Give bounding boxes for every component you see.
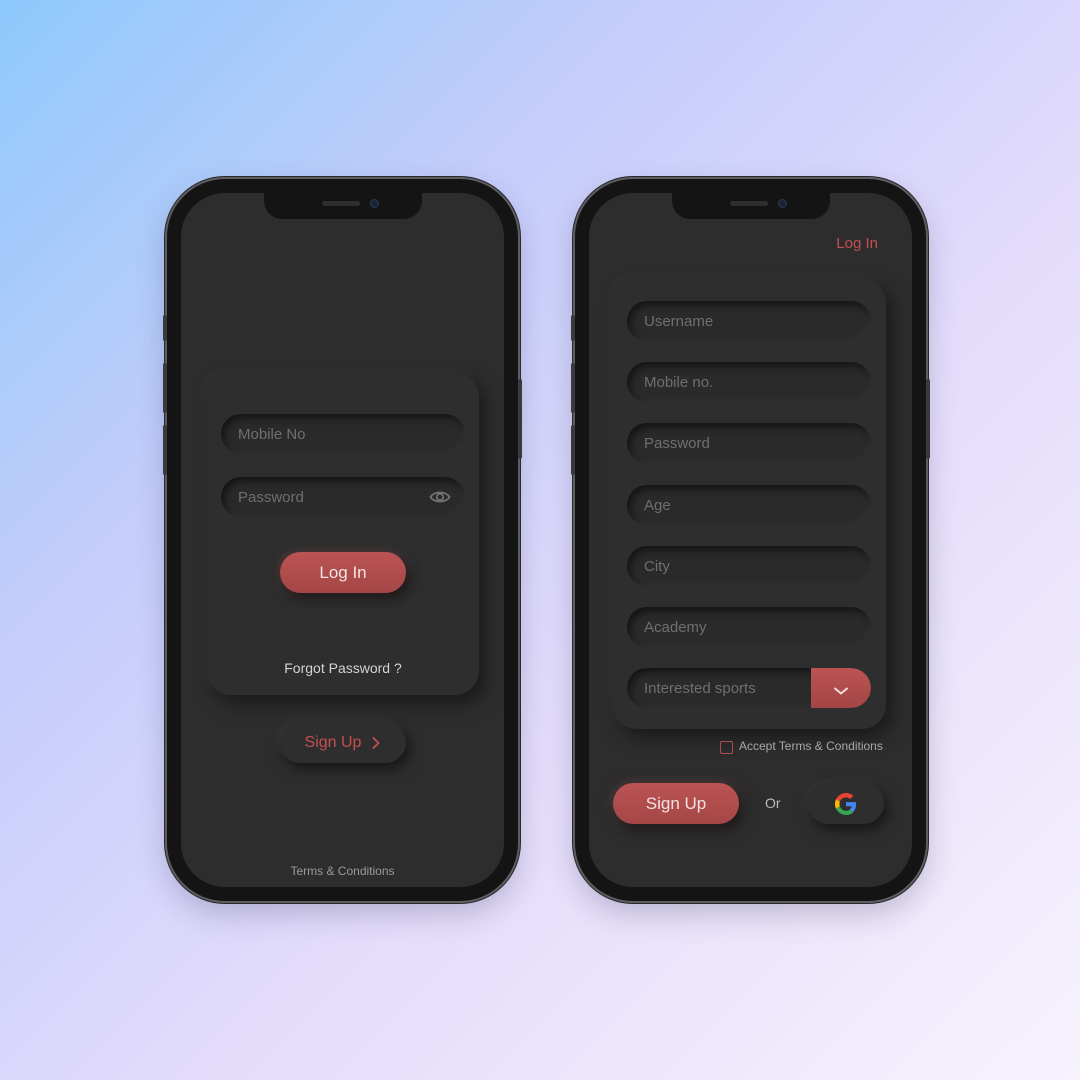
- signup-screen: Log In Username Mobile no. Password Age …: [589, 193, 912, 887]
- password-placeholder: Password: [644, 434, 710, 452]
- google-icon: [835, 792, 857, 815]
- sports-select-placeholder: Interested sports: [644, 679, 756, 697]
- login-link-label: Log In: [836, 235, 878, 252]
- google-signin-button[interactable]: [808, 783, 884, 824]
- volume-down-button: [571, 425, 575, 475]
- login-button-label: Log In: [319, 562, 367, 582]
- speaker: [321, 201, 360, 206]
- volume-up-button: [571, 363, 575, 413]
- accept-terms-checkbox[interactable]: [720, 741, 733, 754]
- login-phone: Mobile No Password Log In Forgot Passwor…: [163, 179, 522, 901]
- or-text-label: Or: [765, 795, 781, 811]
- password-input[interactable]: Password: [221, 477, 465, 517]
- login-button[interactable]: Log In: [280, 552, 406, 593]
- or-text: Or: [765, 795, 781, 811]
- accept-terms-label: Accept Terms & Conditions: [739, 739, 883, 753]
- mute-switch: [163, 315, 167, 341]
- password-input[interactable]: Password: [627, 423, 871, 463]
- login-link[interactable]: Log In: [836, 235, 878, 252]
- sports-select[interactable]: Interested sports: [627, 668, 871, 708]
- mobile-placeholder: Mobile no.: [644, 373, 714, 391]
- mobile-input[interactable]: Mobile no.: [627, 362, 871, 402]
- terms-link[interactable]: Terms & Conditions: [181, 864, 504, 878]
- signup-phone: Log In Username Mobile no. Password Age …: [571, 179, 930, 901]
- username-placeholder: Username: [644, 312, 714, 330]
- password-input-placeholder: Password: [238, 488, 304, 506]
- mobile-input-placeholder: Mobile No: [238, 425, 306, 443]
- notch: [263, 193, 422, 219]
- age-placeholder: Age: [644, 496, 671, 514]
- city-input[interactable]: City: [627, 546, 871, 586]
- front-camera: [369, 199, 379, 208]
- volume-down-button: [163, 425, 167, 475]
- username-input[interactable]: Username: [627, 301, 871, 341]
- academy-placeholder: Academy: [644, 618, 707, 636]
- eye-icon[interactable]: [429, 487, 451, 507]
- age-input[interactable]: Age: [627, 485, 871, 525]
- city-placeholder: City: [644, 557, 670, 575]
- power-button: [518, 379, 522, 459]
- forgot-password-link[interactable]: Forgot Password ?: [207, 660, 479, 676]
- chevron-down-icon: [833, 683, 849, 695]
- academy-input[interactable]: Academy: [627, 607, 871, 647]
- forgot-password-label: Forgot Password ?: [284, 660, 402, 676]
- signup-button-label: Sign Up: [304, 733, 362, 751]
- sports-dropdown-button[interactable]: [811, 668, 871, 708]
- signup-button[interactable]: Sign Up: [613, 783, 739, 824]
- power-button: [926, 379, 930, 459]
- chevron-right-icon: [371, 736, 381, 750]
- signup-button-label: Sign Up: [645, 793, 707, 813]
- notch: [671, 193, 830, 219]
- terms-link-label: Terms & Conditions: [290, 864, 395, 878]
- front-camera: [777, 199, 787, 208]
- volume-up-button: [163, 363, 167, 413]
- login-screen: Mobile No Password Log In Forgot Passwor…: [181, 193, 504, 887]
- mute-switch: [571, 315, 575, 341]
- accept-terms-text: Accept Terms & Conditions: [739, 739, 883, 753]
- mobile-input[interactable]: Mobile No: [221, 414, 465, 454]
- signup-button[interactable]: Sign Up: [280, 722, 406, 763]
- speaker: [729, 201, 768, 206]
